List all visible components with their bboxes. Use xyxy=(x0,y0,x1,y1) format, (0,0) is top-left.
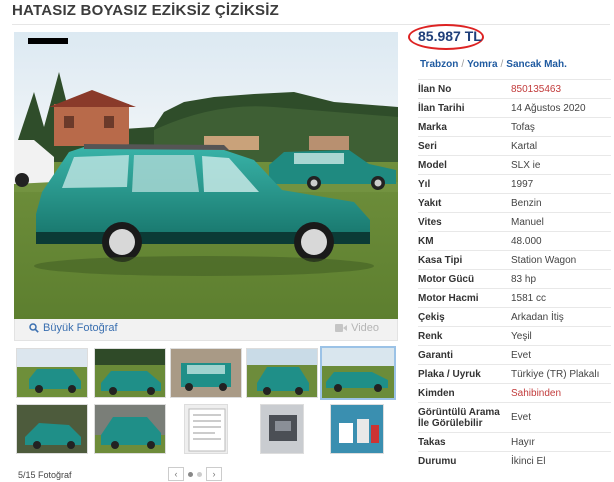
location-neighborhood[interactable]: Sancak Mah. xyxy=(506,59,567,70)
video-camera-icon xyxy=(335,324,348,332)
thumbnail-6[interactable] xyxy=(16,404,88,454)
title-divider xyxy=(12,24,610,25)
spec-row: KM 48.000 xyxy=(418,231,611,250)
spec-value: Kartal xyxy=(511,140,538,152)
spec-value: 850135463 xyxy=(511,83,562,95)
spec-value: 1581 cc xyxy=(511,292,547,304)
spec-label: Yıl xyxy=(418,178,431,190)
photo-toolbar: Büyük Fotoğraf Video xyxy=(14,319,398,341)
spec-value: Tofaş xyxy=(511,121,535,133)
spec-row: Durumu İkinci El xyxy=(418,451,611,470)
search-icon xyxy=(29,323,39,333)
pager-dot[interactable] xyxy=(197,471,202,477)
spec-row: Kimden Sahibinden xyxy=(418,383,611,402)
spec-row: Kasa Tipi Station Wagon xyxy=(418,250,611,269)
spec-value: 83 hp xyxy=(511,273,537,285)
location-district[interactable]: Yomra xyxy=(467,59,497,70)
breadcrumb-separator: / xyxy=(500,59,504,70)
photo-counter: 5/15 Fotoğraf xyxy=(18,470,72,480)
thumbnail-9[interactable] xyxy=(260,404,304,454)
spec-row: Yakıt Benzin xyxy=(418,193,611,212)
main-photo-image xyxy=(14,32,398,319)
spec-label: Model xyxy=(418,159,447,171)
redaction-bar xyxy=(28,38,68,44)
spec-value[interactable]: Sahibinden xyxy=(511,388,611,399)
spec-row: Renk Yeşil xyxy=(418,326,611,345)
spec-label: Garanti xyxy=(418,349,454,361)
spec-label: Renk xyxy=(418,330,443,342)
breadcrumb-separator: / xyxy=(461,59,465,70)
spec-row: Motor Hacmi 1581 cc xyxy=(418,288,611,307)
spec-label: Takas xyxy=(418,436,446,448)
spec-label: Motor Gücü xyxy=(418,273,475,285)
spec-label: Kasa Tipi xyxy=(418,254,463,266)
video-link[interactable]: Video xyxy=(335,322,379,334)
video-label: Video xyxy=(351,322,379,334)
thumbnail-3[interactable] xyxy=(170,348,242,398)
thumbnail-grid xyxy=(14,344,398,460)
spec-row: Model SLX ie xyxy=(418,155,611,174)
spec-value: Hayır xyxy=(511,436,535,448)
spec-row: Garanti Evet xyxy=(418,345,611,364)
spec-label: İlan Tarihi xyxy=(418,102,465,114)
thumbnail-4[interactable] xyxy=(246,348,318,398)
spec-value: 14 Ağustos 2020 xyxy=(511,102,586,114)
thumbnail-5[interactable] xyxy=(320,346,396,400)
spec-row: Görüntülü Arama İle Görülebilir Evet xyxy=(418,402,611,432)
spec-label: Vites xyxy=(418,216,442,228)
spec-row: Çekiş Arkadan İtiş xyxy=(418,307,611,326)
spec-label: Yakıt xyxy=(418,197,442,209)
spec-label: Seri xyxy=(418,140,437,152)
spec-row: Motor Gücü 83 hp xyxy=(418,269,611,288)
spec-value: Evet xyxy=(511,412,532,423)
spec-row: İlan Tarihi 14 Ağustos 2020 xyxy=(418,98,611,117)
spec-label: Marka xyxy=(418,121,447,133)
spec-label: KM xyxy=(418,235,434,247)
spec-value: SLX ie xyxy=(511,159,541,171)
spec-label: Kimden xyxy=(418,387,455,399)
thumbnail-1[interactable] xyxy=(16,348,88,398)
spec-value: 48.000 xyxy=(511,235,542,247)
prev-photo-button[interactable]: ‹ xyxy=(168,467,184,481)
big-photo-label: Büyük Fotoğraf xyxy=(43,322,118,334)
thumbnail-2[interactable] xyxy=(94,348,166,398)
listing-title: HATASIZ BOYASIZ EZİKSİZ ÇİZİKSİZ xyxy=(12,2,279,19)
spec-row: Yıl 1997 xyxy=(418,174,611,193)
thumbnail-8[interactable] xyxy=(184,404,228,454)
main-photo[interactable] xyxy=(14,32,398,319)
spec-value: Station Wagon xyxy=(511,254,577,266)
spec-label: Motor Hacmi xyxy=(418,292,479,304)
pager-dot-active[interactable] xyxy=(188,471,193,477)
spec-row: Takas Hayır xyxy=(418,432,611,451)
photo-pager: ‹ › xyxy=(168,467,222,481)
price: 85.987 TL xyxy=(418,28,482,44)
next-photo-button[interactable]: › xyxy=(206,467,222,481)
spec-value: Evet xyxy=(511,349,532,361)
spec-table: İlan No 850135463 İlan Tarihi 14 Ağustos 20… xyxy=(418,79,611,470)
spec-label: Çekiş xyxy=(418,311,445,323)
spec-label: Durumu xyxy=(418,455,457,467)
thumbnail-7[interactable] xyxy=(94,404,166,454)
spec-value: Benzin xyxy=(511,197,542,209)
spec-label: Görüntülü Arama İle Görülebilir xyxy=(418,406,500,429)
spec-value: İkinci El xyxy=(511,455,546,467)
spec-label: İlan No xyxy=(418,83,452,95)
spec-row: Vites Manuel xyxy=(418,212,611,231)
spec-row: Plaka / Uyruk Türkiye (TR) Plakalı xyxy=(418,364,611,383)
location-city[interactable]: Trabzon xyxy=(420,59,458,70)
spec-row: Marka Tofaş xyxy=(418,117,611,136)
spec-row: İlan No 850135463 xyxy=(418,79,611,98)
spec-value: Manuel xyxy=(511,216,544,228)
spec-value: Arkadan İtiş xyxy=(511,311,564,323)
spec-label: Plaka / Uyruk xyxy=(418,368,481,380)
thumbnail-10[interactable] xyxy=(330,404,384,454)
spec-value: Yeşil xyxy=(511,330,532,342)
big-photo-link[interactable]: Büyük Fotoğraf xyxy=(29,322,118,334)
spec-value: Türkiye (TR) Plakalı xyxy=(511,368,600,380)
spec-row: Seri Kartal xyxy=(418,136,611,155)
spec-value: 1997 xyxy=(511,178,534,190)
location-breadcrumb: Trabzon / Yomra / Sancak Mah. xyxy=(420,59,567,70)
